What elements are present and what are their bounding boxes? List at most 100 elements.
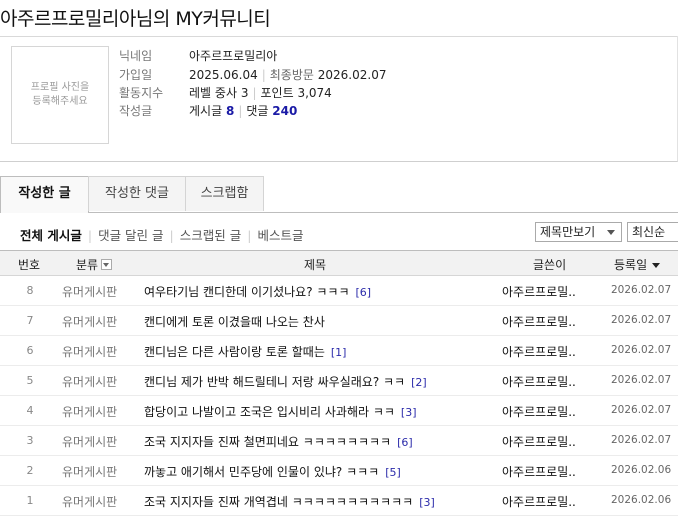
row-number: 1: [26, 494, 34, 507]
row-date: 2026.02.07: [611, 374, 672, 386]
row-category[interactable]: 유머게시판: [62, 493, 117, 510]
posts-label: 게시글: [189, 104, 223, 118]
row-comment-count[interactable]: [6]: [397, 436, 413, 449]
profile-photo-placeholder[interactable]: 프로필 사진을 등록해주세요: [11, 46, 109, 144]
row-comment-count[interactable]: [1]: [331, 346, 347, 359]
nickname-row: 닉네임 아주르프로밀리아: [119, 47, 277, 64]
nickname-label: 닉네임: [119, 49, 153, 63]
comments-label: 댓글: [246, 104, 269, 118]
row-comment-count[interactable]: [5]: [385, 466, 401, 479]
photo-placeholder-text: 프로필 사진을 등록해주세요: [30, 82, 90, 107]
divider: |: [247, 228, 252, 243]
view-mode-select[interactable]: 제목만보기: [535, 222, 622, 242]
tab-bar: 작성한 글 작성한 댓글 스크랩함: [0, 176, 678, 213]
profile-panel: 프로필 사진을 등록해주세요 닉네임 아주르프로밀리아 가입일 2025.06.04…: [0, 36, 678, 162]
row-category[interactable]: 유머게시판: [62, 313, 117, 330]
divider: |: [169, 228, 174, 243]
row-title-cell: 캔디에게 토론 이겼을때 나오는 찬사: [144, 313, 331, 330]
row-comment-count[interactable]: [3]: [401, 406, 417, 419]
comments-count[interactable]: 240: [272, 104, 297, 118]
tab-written-comments[interactable]: 작성한 댓글: [88, 176, 186, 211]
table-row[interactable]: 1 유머게시판 조국 지지자들 진짜 개역겹네 ㅋㅋㅋㅋㅋㅋㅋㅋㅋㅋㅋ [3] 아주르프…: [0, 485, 678, 516]
table-row[interactable]: 5 유머게시판 캔디님 제가 반박 해드릴테니 저랑 싸우실래요? ㅋㅋ [2] 아주르…: [0, 365, 678, 396]
row-date: 2026.02.06: [611, 464, 672, 476]
row-title-cell: 조국 지지자들 진짜 철면피네요 ㅋㅋㅋㅋㅋㅋㅋㅋ [6]: [144, 433, 413, 450]
row-author[interactable]: 아주르프로밀..: [502, 343, 588, 360]
row-author[interactable]: 아주르프로밀..: [502, 283, 588, 300]
row-title-link[interactable]: 까놓고 애기해서 민주당에 인물이 있냐? ㅋㅋㅋ: [144, 465, 379, 479]
row-title-cell: 여우타기님 캔디한데 이기셨나요? ㅋㅋㅋ [6]: [144, 283, 371, 300]
tab-scraps[interactable]: 스크랩함: [185, 176, 264, 211]
chevron-down-icon: [607, 230, 615, 235]
row-title-cell: 조국 지지자들 진짜 개역겹네 ㅋㅋㅋㅋㅋㅋㅋㅋㅋㅋㅋ [3]: [144, 493, 435, 510]
row-title-cell: 캔디님은 다른 사람이랑 토론 할때는 [1]: [144, 343, 346, 360]
filter-all-posts[interactable]: 전체 게시글: [20, 228, 82, 243]
table-row[interactable]: 7 유머게시판 캔디에게 토론 이겼을때 나오는 찬사 아주르프로밀.. 2026.02…: [0, 305, 678, 336]
posts-count[interactable]: 8: [226, 104, 234, 118]
row-author[interactable]: 아주르프로밀..: [502, 313, 588, 330]
joined-label: 가입일: [119, 68, 153, 82]
header-num: 번호: [18, 258, 41, 272]
sort-select[interactable]: 최신순: [627, 222, 678, 242]
divider: |: [238, 104, 243, 118]
row-author[interactable]: 아주르프로밀..: [502, 463, 588, 480]
divider: |: [261, 68, 266, 82]
row-author[interactable]: 아주르프로밀..: [502, 433, 588, 450]
row-author[interactable]: 아주르프로밀..: [502, 493, 588, 510]
row-date: 2026.02.07: [611, 314, 672, 326]
row-comment-count[interactable]: [6]: [356, 286, 372, 299]
row-category[interactable]: 유머게시판: [62, 433, 117, 450]
row-number: 7: [26, 314, 34, 327]
last-visit-label: 최종방문: [269, 68, 314, 82]
row-title-link[interactable]: 캔디님은 다른 사람이랑 토론 할때는: [144, 345, 325, 359]
row-number: 8: [26, 284, 34, 297]
table-row[interactable]: 6 유머게시판 캔디님은 다른 사람이랑 토론 할때는 [1] 아주르프로밀.. 2026…: [0, 335, 678, 366]
header-category[interactable]: 분류: [76, 256, 113, 273]
row-date: 2026.02.07: [611, 344, 672, 356]
row-title-link[interactable]: 캔디에게 토론 이겼을때 나오는 찬사: [144, 315, 325, 329]
row-title-link[interactable]: 합당이고 나발이고 조국은 입시비리 사과해라 ㅋㅋ: [144, 405, 395, 419]
level-value: 중사 3: [214, 86, 249, 100]
row-title-cell: 까놓고 애기해서 민주당에 인물이 있냐? ㅋㅋㅋ [5]: [144, 463, 401, 480]
row-title-cell: 캔디님 제가 반박 해드릴테니 저랑 싸우실래요? ㅋㅋ [2]: [144, 373, 427, 390]
row-date: 2026.02.07: [611, 404, 672, 416]
filter-commented-posts[interactable]: 댓글 달린 글: [98, 228, 163, 243]
row-title-link[interactable]: 여우타기님 캔디한데 이기셨나요? ㅋㅋㅋ: [144, 285, 350, 299]
row-date: 2026.02.07: [611, 434, 672, 446]
post-filter-nav: 전체 게시글 | 댓글 달린 글 | 스크랩된 글 | 베스트글: [20, 225, 303, 244]
row-author[interactable]: 아주르프로밀..: [502, 403, 588, 420]
tab-written-posts[interactable]: 작성한 글: [0, 176, 89, 213]
sort-value: 최신순: [632, 225, 666, 239]
row-title-link[interactable]: 조국 지지자들 진짜 개역겹네 ㅋㅋㅋㅋㅋㅋㅋㅋㅋㅋㅋ: [144, 495, 413, 509]
nickname-link[interactable]: 아주르프로밀리아: [189, 49, 277, 63]
header-date[interactable]: 등록일: [614, 256, 661, 273]
row-comment-count[interactable]: [2]: [411, 376, 427, 389]
row-title-link[interactable]: 조국 지지자들 진짜 철면피네요 ㅋㅋㅋㅋㅋㅋㅋㅋ: [144, 435, 391, 449]
joined-row: 가입일 2025.06.04 | 최종방문 2026.02.07: [119, 66, 386, 83]
row-category[interactable]: 유머게시판: [62, 463, 117, 480]
table-row[interactable]: 3 유머게시판 조국 지지자들 진짜 철면피네요 ㅋㅋㅋㅋㅋㅋㅋㅋ [6] 아주르프로밀…: [0, 425, 678, 456]
category-filter-icon[interactable]: [101, 259, 113, 270]
row-category[interactable]: 유머게시판: [62, 283, 117, 300]
table-row[interactable]: 8 유머게시판 여우타기님 캔디한데 이기셨나요? ㅋㅋㅋ [6] 아주르프로밀.. 20…: [0, 275, 678, 306]
header-author: 글쓴이: [533, 258, 567, 272]
sort-desc-icon: [652, 263, 661, 268]
row-category[interactable]: 유머게시판: [62, 343, 117, 360]
row-category[interactable]: 유머게시판: [62, 403, 117, 420]
table-row[interactable]: 2 유머게시판 까놓고 애기해서 민주당에 인물이 있냐? ㅋㅋㅋ [5] 아주르프로밀…: [0, 455, 678, 486]
written-label: 작성글: [119, 104, 153, 118]
table-header: 번호 분류 제목 글쓴이 등록일: [0, 250, 678, 276]
written-row: 작성글 게시글 8 | 댓글 240: [119, 102, 297, 119]
activity-row: 활동지수 레벨 중사 3 | 포인트 3,074: [119, 84, 332, 101]
table-row[interactable]: 4 유머게시판 합당이고 나발이고 조국은 입시비리 사과해라 ㅋㅋ [3] 아주르프로…: [0, 395, 678, 426]
last-visit-date: 2026.02.07: [317, 68, 387, 82]
filter-best-posts[interactable]: 베스트글: [257, 228, 303, 243]
row-title-link[interactable]: 캔디님 제가 반박 해드릴테니 저랑 싸우실래요? ㅋㅋ: [144, 375, 405, 389]
row-author[interactable]: 아주르프로밀..: [502, 373, 588, 390]
divider: |: [87, 228, 93, 243]
row-category[interactable]: 유머게시판: [62, 373, 117, 390]
row-number: 2: [26, 464, 34, 477]
row-number: 3: [26, 434, 34, 447]
filter-scrapped-posts[interactable]: 스크랩된 글: [180, 228, 241, 243]
row-comment-count[interactable]: [3]: [419, 496, 435, 509]
